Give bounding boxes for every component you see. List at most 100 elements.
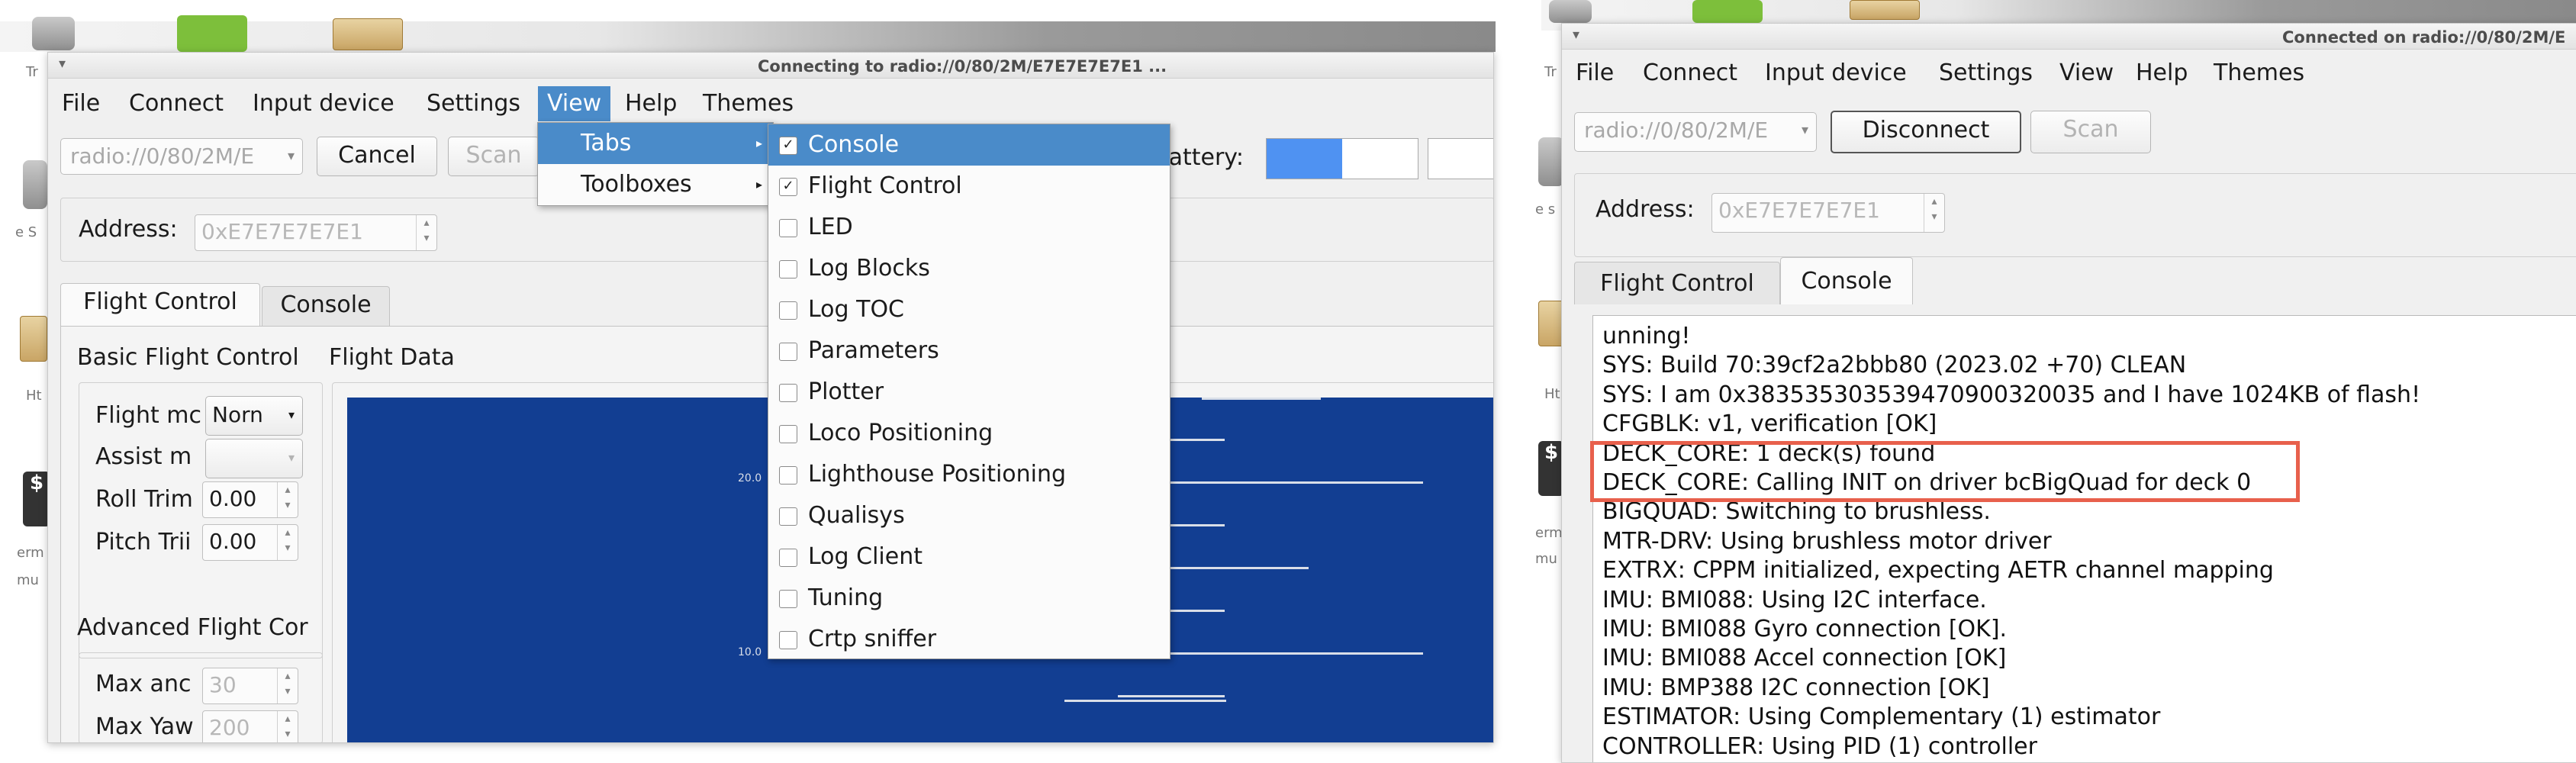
console-line: ESTIMATOR: Using Complementary (1) estim… <box>1602 703 2161 731</box>
desktop-label: Tr <box>1544 64 1557 80</box>
spin-arrows-icon[interactable]: ▴ ▾ <box>277 482 298 517</box>
assist-mode-select[interactable]: ▾ <box>205 439 303 478</box>
checkbox-unchecked-icon[interactable] <box>779 425 797 443</box>
folder-shortcut-icon-right[interactable] <box>1850 0 1920 20</box>
menu-input-device[interactable]: Input device <box>243 86 404 121</box>
tab-flight-control[interactable]: Flight Control <box>60 283 260 326</box>
tabs-submenu-item[interactable]: ✓ Flight Control <box>768 166 1170 207</box>
drive-icon[interactable] <box>23 160 47 209</box>
checkbox-checked-icon[interactable]: ✓ <box>779 137 797 155</box>
tabs-submenu-item[interactable]: Crtp sniffer <box>768 619 1170 660</box>
spin-arrows-icon[interactable]: ▴ ▾ <box>1924 194 1944 232</box>
cancel-button[interactable]: Cancel <box>317 137 437 176</box>
menu-view[interactable]: View <box>2050 56 2123 91</box>
address-field[interactable]: 0xE7E7E7E7E1 ▴ ▾ <box>1711 193 1945 233</box>
menu-help[interactable]: Help <box>616 86 686 121</box>
trash-icon-right[interactable] <box>1549 0 1592 23</box>
address-field[interactable]: 0xE7E7E7E7E1 ▴ ▾ <box>195 214 437 251</box>
checkbox-unchecked-icon[interactable] <box>779 219 797 237</box>
console-output[interactable]: unning! SYS: Build 70:39cf2a2bbb80 (2023.… <box>1592 315 2576 762</box>
menu-connect[interactable]: Connect <box>1634 56 1747 91</box>
checkbox-unchecked-icon[interactable] <box>779 466 797 485</box>
tabs-submenu-item[interactable]: Tuning <box>768 578 1170 619</box>
tabs-submenu-item[interactable]: ✓ Console <box>768 124 1170 166</box>
tabs-submenu-item[interactable]: LED <box>768 207 1170 248</box>
menu-view[interactable]: View <box>538 86 611 121</box>
menu-settings[interactable]: Settings <box>417 86 530 121</box>
uri-combo[interactable]: radio://0/80/2M/E ▾ <box>1574 112 1817 152</box>
window-title: Connecting to radio://0/80/2M/E7E7E7E7E1… <box>758 57 1167 76</box>
max-angle-field[interactable]: 30 ▴ ▾ <box>202 668 298 704</box>
tabs-submenu-item[interactable]: Qualisys <box>768 495 1170 536</box>
tabs-submenu-item[interactable]: Log Blocks <box>768 248 1170 289</box>
spin-arrows-icon[interactable]: ▴ ▾ <box>277 525 298 560</box>
spin-arrows-icon[interactable]: ▴ ▾ <box>416 215 436 250</box>
folder-shortcut-icon[interactable] <box>333 18 403 50</box>
terminal-icon-right[interactable]: $ <box>1538 441 1564 496</box>
checkbox-unchecked-icon[interactable] <box>779 590 797 608</box>
menu-file[interactable]: File <box>1567 56 1623 91</box>
tab-flight-control[interactable]: Flight Control <box>1574 262 1780 304</box>
right-client-window: ▾ Connected on radio://0/80/2M/E File Co… <box>1561 23 2576 763</box>
pitch-trim-field[interactable]: 0.00 ▴ ▾ <box>202 524 298 561</box>
tabs-submenu-item[interactable]: Parameters <box>768 330 1170 372</box>
menu-connect[interactable]: Connect <box>120 86 233 121</box>
flight-mode-label: Flight mc <box>95 402 201 429</box>
menu-themes[interactable]: Themes <box>694 86 803 121</box>
menu-file[interactable]: File <box>53 86 109 121</box>
menu-settings[interactable]: Settings <box>1930 56 2042 91</box>
folder-icon-right[interactable] <box>1538 301 1564 346</box>
view-menu-item-tabs[interactable]: Tabs ▸ <box>538 123 773 164</box>
tab-console[interactable]: Console <box>262 286 390 326</box>
uri-combo[interactable]: radio://0/80/2M/E ▾ <box>60 138 303 175</box>
tab-console[interactable]: Console <box>1780 257 1913 304</box>
checkbox-unchecked-icon[interactable] <box>779 343 797 361</box>
spin-arrows-icon[interactable]: ▴ ▾ <box>277 668 298 703</box>
disconnect-button[interactable]: Disconnect <box>1831 111 2021 153</box>
menu-help[interactable]: Help <box>2127 56 2197 91</box>
checkbox-unchecked-icon[interactable] <box>779 301 797 320</box>
menu-bar: File Connect Input device Settings View … <box>48 86 1493 121</box>
checkbox-unchecked-icon[interactable] <box>779 631 797 649</box>
terminal-icon[interactable]: $ <box>23 472 50 526</box>
window-menu-icon[interactable]: ▾ <box>59 56 66 72</box>
desktop-label: mu <box>1535 551 1557 567</box>
trash-icon[interactable] <box>32 17 75 50</box>
scan-button[interactable]: Scan <box>2030 111 2151 153</box>
menu-input-device[interactable]: Input device <box>1756 56 1916 91</box>
title-bar[interactable]: ▾ Connected on radio://0/80/2M/E <box>1562 24 2576 50</box>
checkbox-unchecked-icon[interactable] <box>779 260 797 278</box>
tabs-submenu-item[interactable]: Loco Positioning <box>768 413 1170 454</box>
spin-arrows-icon[interactable]: ▴ ▾ <box>277 711 298 742</box>
flight-mode-select[interactable]: Norn ▾ <box>205 396 303 436</box>
console-line: IMU: BMI088 Gyro connection [OK]. <box>1602 616 2008 642</box>
console-line: IMU: BMP388 I2C connection [OK] <box>1602 674 1990 701</box>
chevron-down-icon: ▾ <box>287 148 295 164</box>
checkbox-unchecked-icon[interactable] <box>779 549 797 567</box>
plot-line <box>1064 700 1226 702</box>
tabs-submenu-item-label: Parameters <box>808 337 939 364</box>
tabs-submenu-item[interactable]: Plotter <box>768 372 1170 413</box>
basic-flight-control-title: Basic Flight Control <box>77 344 299 371</box>
drive-icon-right[interactable] <box>1538 137 1564 186</box>
title-bar[interactable]: ▾ Connecting to radio://0/80/2M/E7E7E7E7… <box>48 53 1493 79</box>
view-menu-item-toolboxes[interactable]: Toolboxes ▸ <box>538 164 773 205</box>
folder-icon[interactable] <box>20 316 47 362</box>
console-line: IMU: BMI088: Using I2C interface. <box>1602 586 1987 613</box>
roll-trim-field[interactable]: 0.00 ▴ ▾ <box>202 481 298 518</box>
address-label: Address: <box>79 216 178 243</box>
checkbox-checked-icon[interactable]: ✓ <box>779 178 797 196</box>
tabs-submenu-item-label: Lighthouse Positioning <box>808 461 1067 488</box>
tabs-submenu-item[interactable]: Log Client <box>768 536 1170 578</box>
menu-themes[interactable]: Themes <box>2204 56 2314 91</box>
scan-button[interactable]: Scan <box>448 137 539 176</box>
app-launcher-icon-right[interactable] <box>1692 0 1763 23</box>
tabs-submenu-item[interactable]: Lighthouse Positioning <box>768 454 1170 495</box>
address-label: Address: <box>1596 196 1695 223</box>
max-yaw-field[interactable]: 200 ▴ ▾ <box>202 710 298 742</box>
checkbox-unchecked-icon[interactable] <box>779 507 797 526</box>
window-menu-icon[interactable]: ▾ <box>1573 27 1579 43</box>
app-launcher-icon[interactable] <box>177 15 247 52</box>
tabs-submenu-item[interactable]: Log TOC <box>768 289 1170 330</box>
checkbox-unchecked-icon[interactable] <box>779 384 797 402</box>
